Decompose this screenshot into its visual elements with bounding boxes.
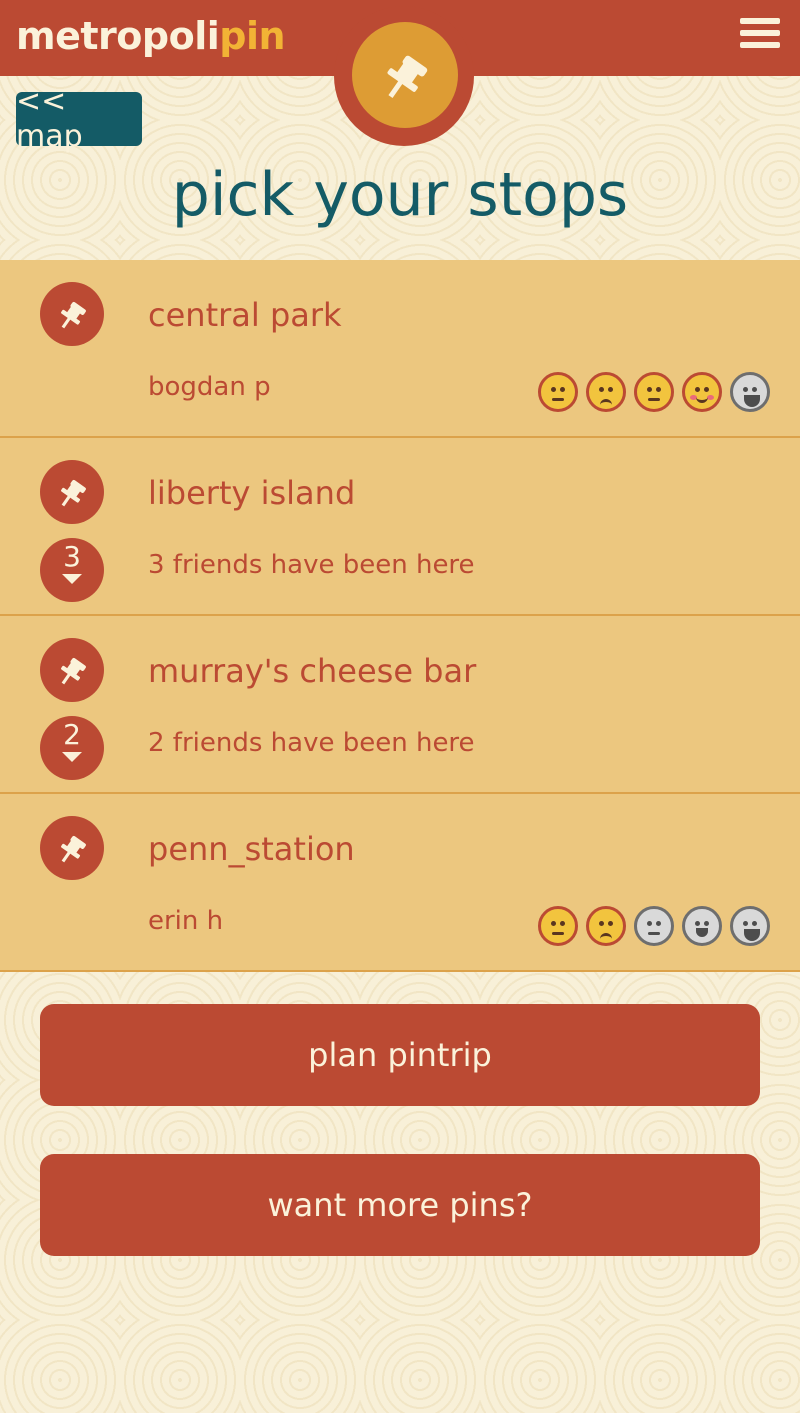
stop-item[interactable]: penn_station erin h bbox=[0, 794, 800, 972]
friends-count-toggle[interactable]: 2 bbox=[40, 716, 104, 780]
caret-down-icon bbox=[62, 752, 82, 762]
stop-item[interactable]: central park bogdan p bbox=[0, 260, 800, 438]
frowning-face-icon[interactable] bbox=[586, 372, 626, 412]
stop-name: penn_station bbox=[148, 830, 355, 868]
stop-reviewer: erin h bbox=[148, 906, 224, 936]
rating-faces bbox=[538, 372, 770, 412]
page-title: pick your stops bbox=[171, 160, 629, 230]
pushpin-icon bbox=[352, 22, 458, 128]
neutral-face-icon[interactable] bbox=[634, 906, 674, 946]
stop-item[interactable]: murray's cheese bar 2 2 friends have bee… bbox=[0, 616, 800, 794]
stop-item[interactable]: liberty island 3 3 friends have been her… bbox=[0, 438, 800, 616]
friends-visited-text: 3 friends have been here bbox=[148, 550, 475, 580]
back-to-map-button[interactable]: << map bbox=[16, 84, 142, 154]
friends-count-toggle[interactable]: 3 bbox=[40, 538, 104, 602]
want-more-pins-button[interactable]: want more pins? bbox=[40, 1154, 760, 1256]
rating-faces bbox=[538, 906, 770, 946]
pushpin-icon bbox=[40, 638, 104, 702]
brand-logo[interactable]: metropolipin bbox=[16, 14, 286, 58]
grinning-face-icon[interactable] bbox=[730, 372, 770, 412]
friends-count: 2 bbox=[63, 718, 81, 751]
stop-name: liberty island bbox=[148, 474, 356, 512]
pushpin-icon bbox=[40, 816, 104, 880]
pushpin-icon bbox=[40, 460, 104, 524]
plan-pintrip-button[interactable]: plan pintrip bbox=[40, 1004, 760, 1106]
stop-name: murray's cheese bar bbox=[148, 652, 477, 690]
friends-count: 3 bbox=[63, 540, 81, 573]
frowning-face-icon[interactable] bbox=[586, 906, 626, 946]
blush-face-icon[interactable] bbox=[682, 372, 722, 412]
friends-visited-text: 2 friends have been here bbox=[148, 728, 475, 758]
stop-reviewer: bogdan p bbox=[148, 372, 271, 402]
brand-name-part2: pin bbox=[219, 14, 286, 58]
brand-name-part1: metropoli bbox=[16, 14, 220, 58]
stop-name: central park bbox=[148, 296, 342, 334]
grinning-face-icon[interactable] bbox=[730, 906, 770, 946]
unamused-face-icon[interactable] bbox=[538, 906, 578, 946]
hamburger-menu-icon[interactable] bbox=[740, 18, 780, 50]
stops-list: central park bogdan p liberty island 3 3… bbox=[0, 260, 800, 972]
caret-down-icon bbox=[62, 574, 82, 584]
pin-hub-badge bbox=[334, 6, 474, 146]
blush-face-icon[interactable] bbox=[682, 906, 722, 946]
unamused-face-icon[interactable] bbox=[538, 372, 578, 412]
pushpin-icon bbox=[40, 282, 104, 346]
neutral-face-icon[interactable] bbox=[634, 372, 674, 412]
